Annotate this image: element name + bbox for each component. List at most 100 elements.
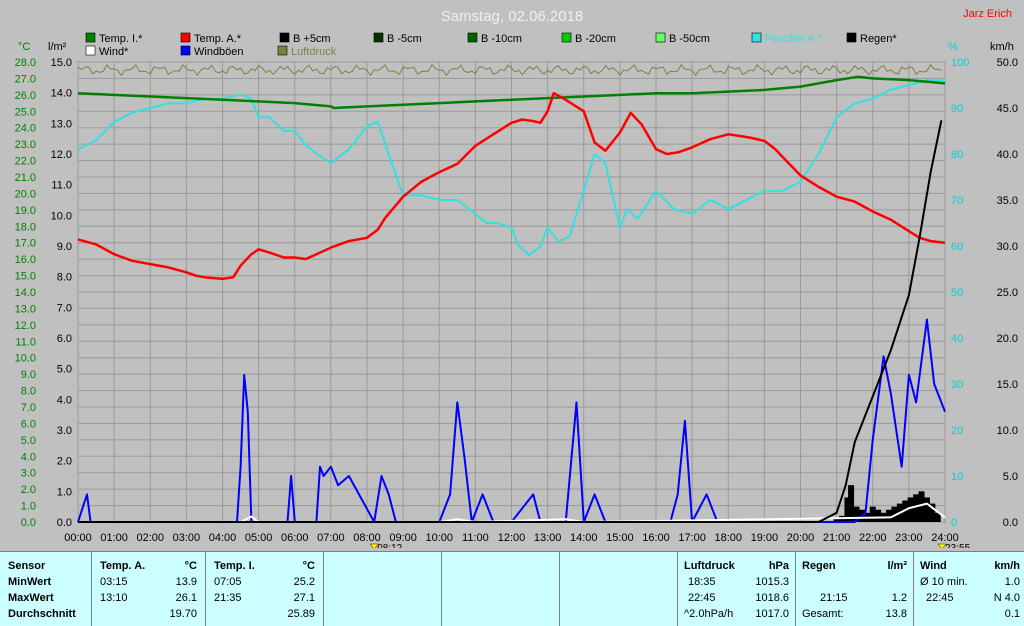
wind-max-value: N 4.0 <box>993 592 1020 604</box>
min-label: MinWert <box>8 576 52 588</box>
x-tick-label: 13:00 <box>534 532 562 544</box>
wind-unit: km/h <box>994 560 1020 572</box>
x-tick-label: 15:00 <box>606 532 634 544</box>
wind-avg: 0.1 <box>1004 608 1020 620</box>
legend-label: Luftdruck <box>291 46 337 58</box>
y-tick-humidity: 30 <box>951 379 963 391</box>
y-tick-rain: 0.0 <box>57 517 72 529</box>
x-tick-label: 22:00 <box>859 532 887 544</box>
y-tick-rain: 10.0 <box>51 210 72 222</box>
y-tick-wind: 35.0 <box>997 195 1018 207</box>
rain-total-label: Gesamt: <box>802 608 844 620</box>
rain-bar <box>886 509 893 522</box>
pressure-trend-value: 1017.0 <box>755 608 789 620</box>
left1-unit: °C <box>18 41 30 53</box>
y-tick-rain: 4.0 <box>57 394 72 406</box>
x-tick-label: 10:00 <box>425 532 453 544</box>
y-tick-temp: 19.0 <box>15 205 36 217</box>
y-tick-rain: 5.0 <box>57 364 72 376</box>
author-label: Jarz Erich <box>963 8 1012 20</box>
x-tick-label: 01:00 <box>100 532 128 544</box>
y-tick-wind: 10.0 <box>997 425 1018 437</box>
y-tick-rain: 15.0 <box>51 57 72 69</box>
y-tick-humidity: 50 <box>951 287 963 299</box>
y-tick-wind: 30.0 <box>997 241 1018 253</box>
temp-a-avg: 19.70 <box>169 608 197 620</box>
legend-swatch <box>180 45 191 56</box>
x-tick-label: 21:00 <box>823 532 851 544</box>
temp-a-max-value: 26.1 <box>175 592 197 604</box>
y-tick-wind: 40.0 <box>997 149 1018 161</box>
rain-bar <box>907 497 914 522</box>
y-tick-rain: 12.0 <box>51 149 72 161</box>
temp-i-max-value: 27.1 <box>293 592 315 604</box>
legend-swatch <box>751 32 762 43</box>
y-tick-temp: 0.0 <box>21 517 36 529</box>
y-tick-rain: 6.0 <box>57 333 72 345</box>
y-tick-rain: 14.0 <box>51 88 72 100</box>
rain-bar <box>848 485 855 522</box>
y-tick-humidity: 40 <box>951 333 963 345</box>
legend-label: B -20cm <box>575 33 616 45</box>
temp-i-unit: °C <box>302 560 315 572</box>
legend-label: Regen* <box>860 33 897 45</box>
y-tick-temp: 23.0 <box>15 139 36 151</box>
y-tick-rain: 2.0 <box>57 456 72 468</box>
stats-col-empty-1 <box>324 552 442 626</box>
max-label: MaxWert <box>8 592 54 604</box>
wind-min-label: Ø 10 min. <box>920 576 968 588</box>
x-tick-label: 23:00 <box>895 532 923 544</box>
rain-bar <box>923 497 930 522</box>
chart-title: Samstag, 02.06.2018 <box>441 8 584 25</box>
temp-i-min-value: 25.2 <box>293 576 315 588</box>
y-tick-temp: 9.0 <box>21 369 36 381</box>
x-tick-label: 18:00 <box>714 532 742 544</box>
legend-swatch <box>180 32 191 43</box>
y-tick-humidity: 20 <box>951 425 963 437</box>
y-tick-temp: 5.0 <box>21 435 36 447</box>
legend-swatch <box>373 32 384 43</box>
y-tick-temp: 11.0 <box>15 336 36 348</box>
pressure-min-value: 1015.3 <box>755 576 789 588</box>
y-tick-temp: 28.0 <box>15 57 36 69</box>
rain-total-value: 13.8 <box>885 608 907 620</box>
y-tick-rain: 3.0 <box>57 425 72 437</box>
pressure-header: Luftdruck <box>684 560 735 572</box>
y-tick-temp: 3.0 <box>21 468 36 480</box>
temp-a-min-value: 13.9 <box>175 576 197 588</box>
sunset-label: 23:55 <box>945 543 970 548</box>
y-tick-wind: 20.0 <box>997 333 1018 345</box>
temp-a-max-time: 13:10 <box>100 592 128 604</box>
y-tick-temp: 17.0 <box>15 238 36 250</box>
legend-label: B -10cm <box>481 33 522 45</box>
stats-col-temp-a: Temp. A. °C 03:15 13.9 13:10 26.1 19.70 <box>92 552 206 626</box>
y-tick-rain: 11.0 <box>51 180 72 192</box>
y-tick-rain: 13.0 <box>51 118 72 130</box>
legend-swatch <box>277 45 288 56</box>
y-tick-wind: 25.0 <box>997 287 1018 299</box>
y-tick-temp: 18.0 <box>15 221 36 233</box>
temp-a-min-time: 03:15 <box>100 576 128 588</box>
y-tick-humidity: 90 <box>951 103 963 115</box>
chart-svg: Samstag, 02.06.2018 Jarz Erich °C l/m²% km/h… <box>15 8 1018 554</box>
legend-label: Temp. I.* <box>99 33 143 45</box>
legend-swatch <box>85 45 96 56</box>
x-tick-label: 17:00 <box>678 532 706 544</box>
legend-swatch <box>467 32 478 43</box>
legend-label: Feuchte A.* <box>765 33 823 45</box>
temp-i-min-time: 07:05 <box>214 576 242 588</box>
y-tick-temp: 26.0 <box>15 90 36 102</box>
temp-i-avg: 25.89 <box>287 608 315 620</box>
y-tick-temp: 6.0 <box>21 418 36 430</box>
y-tick-temp: 24.0 <box>15 123 36 135</box>
rain-max-time: 21:15 <box>820 592 848 604</box>
temp-a-unit: °C <box>184 560 197 572</box>
legend-swatch <box>279 32 290 43</box>
y-tick-temp: 16.0 <box>15 254 36 266</box>
legend-swatch <box>561 32 572 43</box>
y-tick-temp: 22.0 <box>15 156 36 168</box>
x-tick-label: 03:00 <box>173 532 201 544</box>
x-tick-label: 00:00 <box>64 532 92 544</box>
x-tick-label: 16:00 <box>642 532 670 544</box>
y-tick-temp: 12.0 <box>15 320 36 332</box>
